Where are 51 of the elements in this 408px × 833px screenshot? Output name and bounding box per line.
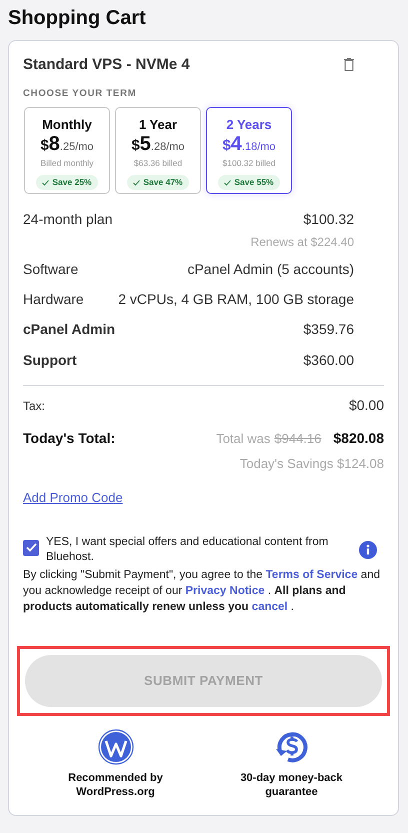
check-icon (224, 180, 232, 186)
total-value: $820.08 (333, 429, 384, 448)
line-value: cPanel Admin (5 accounts) (187, 260, 354, 280)
term-label: Monthly (42, 117, 92, 134)
line-label: Hardware (23, 290, 84, 310)
renewal-note: Renews at $224.40 (250, 234, 354, 252)
term-option[interactable]: Monthly $8.25/mo Billed monthly Save 25% (24, 107, 110, 194)
section-label: CHOOSE YOUR TERM (23, 87, 138, 101)
line-label: cPanel Admin (23, 320, 116, 340)
product-name: Standard VPS - NVMe 4 (23, 55, 190, 75)
term-price: $4.18/mo (222, 133, 276, 158)
badge-caption: Recommended by WordPress.org (67, 770, 164, 799)
terms-link[interactable]: Privacy Notice (185, 584, 265, 597)
line-label: Software (23, 260, 78, 280)
promo-code-link[interactable]: Add Promo Code (23, 490, 123, 505)
term-price: $8.25/mo (40, 133, 94, 158)
check-icon (42, 180, 50, 186)
line-value: 2 vCPUs, 4 GB RAM, 100 GB storage (118, 290, 354, 310)
savings-badge: Save 25% (36, 175, 98, 190)
billing-note: $100.32 billed (222, 158, 276, 170)
tax-value: $0.00 (348, 396, 384, 416)
line-value: $359.76 (303, 320, 354, 340)
total-label: Today's Total: (23, 429, 116, 448)
billing-note: $63.36 billed (134, 158, 182, 170)
badge-caption: 30-day money-back guarantee (239, 770, 344, 799)
terms-text: By clicking "Submit Payment", you agree to the Terms of Service and you acknowledge receipt of our Privacy Notice . All plans and products automatically renew unless you cancel . (23, 568, 381, 615)
line-label: 24-month plan (23, 210, 113, 230)
billing-note: Billed monthly (40, 158, 94, 170)
page-title: Shopping Cart (7, 6, 147, 31)
trash-icon[interactable] (344, 58, 354, 71)
savings-text: Today's Savings $124.08 (240, 455, 384, 474)
previous-total-label: Total was (216, 430, 270, 448)
term-option[interactable]: 2 Years $4.18/mo $100.32 billed Save 55% (206, 107, 292, 194)
line-value: $100.32 (303, 210, 354, 230)
terms-link[interactable]: cancel (252, 600, 288, 613)
line-label: Support (23, 351, 77, 370)
term-option[interactable]: 1 Year $5.28/mo $63.36 billed Save 47% (115, 107, 201, 194)
term-label: 2 Years (226, 117, 272, 134)
line-value: $360.00 (303, 351, 354, 370)
tax-label: Tax: (23, 398, 46, 415)
term-price: $5.28/mo (131, 133, 185, 158)
term-label: 1 Year (138, 117, 178, 134)
check-icon (133, 180, 140, 186)
logo-icon (98, 728, 134, 765)
savings-badge: Save 47% (127, 175, 189, 190)
info-icon[interactable] (359, 540, 377, 559)
savings-badge: Save 55% (218, 175, 280, 190)
previous-total: $944.16 (274, 430, 322, 448)
terms-link[interactable]: Terms of Service (266, 568, 358, 581)
checkbox[interactable] (23, 540, 39, 556)
offers-text: YES, I want special offers and educational content from Bluehost. (46, 534, 330, 565)
